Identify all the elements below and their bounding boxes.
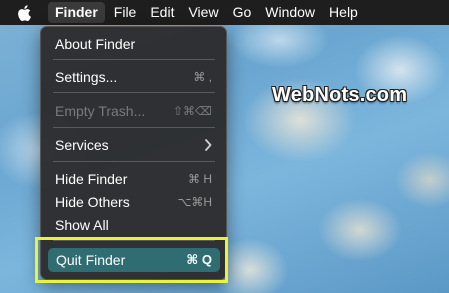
menu-file[interactable]: File bbox=[107, 0, 144, 25]
menu-item-empty-trash: Empty Trash... ⇧⌘⌫ bbox=[47, 100, 220, 122]
apple-logo-icon[interactable] bbox=[17, 4, 31, 21]
menu-item-label: Hide Others bbox=[55, 194, 130, 210]
menu-item-label: Hide Finder bbox=[55, 171, 128, 187]
menu-item-hide-others[interactable]: Hide Others ⌥⌘H bbox=[47, 191, 220, 213]
menu-item-services[interactable]: Services bbox=[47, 134, 220, 156]
menu-window[interactable]: Window bbox=[258, 0, 322, 25]
menu-separator bbox=[53, 127, 215, 128]
menu-edit[interactable]: Edit bbox=[143, 0, 181, 25]
shortcut-label: ⇧⌘⌫ bbox=[172, 104, 212, 118]
desktop: Finder File Edit View Go Window Help Web… bbox=[0, 0, 449, 293]
shortcut-label: ⌘ H bbox=[188, 172, 212, 186]
menu-bar: Finder File Edit View Go Window Help bbox=[0, 0, 449, 25]
menu-item-hide-finder[interactable]: Hide Finder ⌘ H bbox=[47, 168, 220, 190]
menu-separator bbox=[53, 59, 215, 60]
menu-item-settings[interactable]: Settings... ⌘ , bbox=[47, 66, 220, 88]
annotation-highlight-box bbox=[35, 237, 228, 283]
menu-item-label: Show All bbox=[55, 217, 109, 233]
menu-item-label: About Finder bbox=[55, 36, 136, 52]
shortcut-label: ⌘ , bbox=[193, 70, 212, 84]
menu-item-show-all[interactable]: Show All bbox=[47, 214, 220, 236]
menu-separator bbox=[53, 92, 215, 93]
menu-item-label: Services bbox=[55, 137, 109, 153]
shortcut-label: ⌥⌘H bbox=[177, 195, 213, 209]
chevron-right-icon bbox=[204, 139, 212, 151]
menu-view[interactable]: View bbox=[181, 0, 225, 25]
menu-go[interactable]: Go bbox=[226, 0, 259, 25]
menu-item-label: Empty Trash... bbox=[55, 103, 146, 119]
menu-item-about-finder[interactable]: About Finder bbox=[47, 33, 220, 55]
menu-item-label: Settings... bbox=[55, 69, 118, 85]
watermark: WebNots.com bbox=[272, 84, 408, 106]
menu-help[interactable]: Help bbox=[322, 0, 365, 25]
menu-separator bbox=[53, 161, 215, 162]
menu-finder[interactable]: Finder bbox=[48, 2, 105, 23]
